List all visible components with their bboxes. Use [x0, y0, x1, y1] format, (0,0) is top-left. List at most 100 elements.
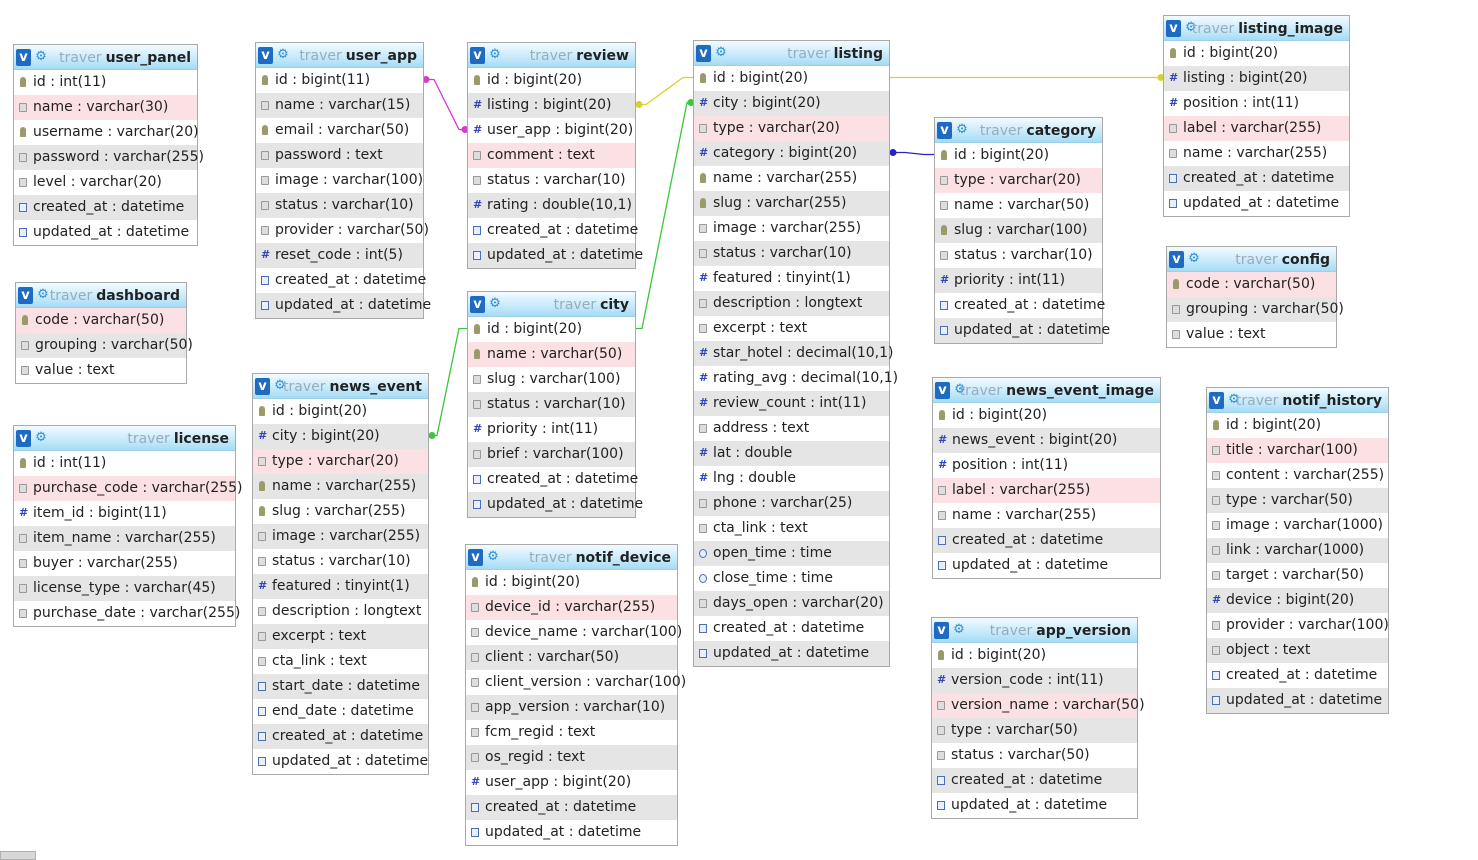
column-row[interactable]: updated_at : datetime — [253, 749, 428, 774]
column-row[interactable]: created_at : datetime — [256, 268, 426, 293]
table-dashboard[interactable]: v ⚙ traver dashboard code : varchar(50) group… — [15, 282, 193, 384]
column-row[interactable]: # user_app : bigint(20) — [468, 118, 635, 143]
column-row[interactable]: updated_at : datetime — [935, 318, 1110, 343]
column-row[interactable]: created_at : datetime — [14, 195, 197, 220]
column-row[interactable]: link : varchar(1000) — [1207, 538, 1388, 563]
column-row[interactable]: id : bigint(20) — [468, 317, 635, 342]
column-row[interactable]: end_date : datetime — [253, 699, 428, 724]
table-header[interactable]: v ⚙ traver review — [468, 43, 635, 68]
table-news-event[interactable]: v ⚙ traver news_event id : bigint(20) # city :… — [252, 373, 429, 775]
column-row[interactable]: updated_at : datetime — [1164, 191, 1349, 216]
table-listing-image[interactable]: v ⚙ traver listing_image id : bigint(20) # lis… — [1163, 15, 1350, 217]
column-row[interactable]: # city : bigint(20) — [694, 91, 889, 116]
column-row[interactable]: # lng : double — [694, 466, 889, 491]
column-row[interactable]: # listing : bigint(20) — [468, 93, 635, 118]
column-row[interactable]: label : varchar(255) — [1164, 116, 1349, 141]
column-row[interactable]: password : text — [256, 143, 423, 168]
column-row[interactable]: excerpt : text — [253, 624, 428, 649]
column-row[interactable]: name : varchar(50) — [935, 193, 1102, 218]
column-row[interactable]: grouping : varchar(50) — [16, 333, 193, 358]
column-row[interactable]: # star_hotel : decimal(10,1) — [694, 341, 893, 366]
column-row[interactable]: id : bigint(20) — [1164, 41, 1349, 66]
column-row[interactable]: updated_at : datetime — [694, 641, 889, 666]
column-row[interactable]: # featured : tinyint(1) — [253, 574, 428, 599]
column-row[interactable]: client : varchar(50) — [466, 645, 677, 670]
column-row[interactable]: code : varchar(50) — [1167, 272, 1336, 297]
table-header[interactable]: v ⚙ traver user_app — [256, 43, 423, 68]
column-row[interactable]: id : bigint(20) — [933, 403, 1160, 428]
column-row[interactable]: # news_event : bigint(20) — [933, 428, 1160, 453]
column-row[interactable]: id : bigint(20) — [694, 66, 889, 91]
column-row[interactable]: name : varchar(255) — [933, 503, 1160, 528]
column-row[interactable]: # position : int(11) — [1164, 91, 1349, 116]
table-header[interactable]: v ⚙ traver notif_history — [1207, 388, 1388, 413]
column-row[interactable]: provider : varchar(50) — [256, 218, 429, 243]
column-row[interactable]: # rating_avg : decimal(10,1) — [694, 366, 898, 391]
column-row[interactable]: excerpt : text — [694, 316, 889, 341]
column-row[interactable]: phone : varchar(25) — [694, 491, 889, 516]
column-row[interactable]: updated_at : datetime — [466, 820, 677, 845]
column-row[interactable]: created_at : datetime — [933, 528, 1160, 553]
column-row[interactable]: slug : varchar(100) — [935, 218, 1102, 243]
column-row[interactable]: value : text — [1167, 322, 1336, 347]
scrollbar-corner[interactable] — [0, 851, 36, 860]
column-row[interactable]: type : varchar(50) — [1207, 488, 1388, 513]
column-row[interactable]: id : bigint(20) — [253, 399, 428, 424]
column-row[interactable]: target : varchar(50) — [1207, 563, 1388, 588]
column-row[interactable]: id : int(11) — [14, 70, 197, 95]
table-notif-history[interactable]: v ⚙ traver notif_history id : bigint(20) titl… — [1206, 387, 1389, 714]
column-row[interactable]: slug : varchar(100) — [468, 367, 635, 392]
column-row[interactable]: password : varchar(255) — [14, 145, 204, 170]
column-row[interactable]: purchase_code : varchar(255) — [14, 476, 243, 501]
column-row[interactable]: username : varchar(20) — [14, 120, 199, 145]
column-row[interactable]: name : varchar(255) — [253, 474, 428, 499]
column-row[interactable]: # device : bigint(20) — [1207, 588, 1388, 613]
column-row[interactable]: status : varchar(10) — [256, 193, 423, 218]
column-row[interactable]: created_at : datetime — [932, 768, 1137, 793]
column-row[interactable]: name : varchar(30) — [14, 95, 197, 120]
column-row[interactable]: purchase_date : varchar(255) — [14, 601, 240, 626]
column-row[interactable]: content : varchar(255) — [1207, 463, 1388, 488]
column-row[interactable]: status : varchar(10) — [253, 549, 428, 574]
column-row[interactable]: id : bigint(20) — [466, 570, 677, 595]
table-header[interactable]: v ⚙ traver news_event_image — [933, 378, 1160, 403]
column-row[interactable]: title : varchar(100) — [1207, 438, 1388, 463]
column-row[interactable]: os_regid : text — [466, 745, 677, 770]
table-license[interactable]: v ⚙ traver license id : int(11) purchase_code… — [13, 425, 243, 627]
column-row[interactable]: level : varchar(20) — [14, 170, 197, 195]
column-row[interactable]: fcm_regid : text — [466, 720, 677, 745]
column-row[interactable]: type : varchar(20) — [694, 116, 889, 141]
column-row[interactable]: version_name : varchar(50) — [932, 693, 1145, 718]
table-header[interactable]: v ⚙ traver config — [1167, 247, 1336, 272]
column-row[interactable]: # listing : bigint(20) — [1164, 66, 1349, 91]
column-row[interactable]: buyer : varchar(255) — [14, 551, 235, 576]
column-row[interactable]: id : bigint(20) — [1207, 413, 1388, 438]
table-news-event-image[interactable]: v ⚙ traver news_event_image id : bigint(20) #… — [932, 377, 1161, 579]
column-row[interactable]: # priority : int(11) — [935, 268, 1102, 293]
column-row[interactable]: type : varchar(20) — [935, 168, 1102, 193]
column-row[interactable]: open_time : time — [694, 541, 889, 566]
table-header[interactable]: v ⚙ traver listing — [694, 41, 889, 66]
table-listing[interactable]: v ⚙ traver listing id : bigint(20) # city : bi… — [693, 40, 898, 667]
column-row[interactable]: image : varchar(255) — [694, 216, 889, 241]
column-row[interactable]: created_at : datetime — [253, 724, 428, 749]
table-header[interactable]: v ⚙ traver user_panel — [14, 45, 197, 70]
column-row[interactable]: status : varchar(50) — [932, 743, 1137, 768]
column-row[interactable]: app_version : varchar(10) — [466, 695, 677, 720]
column-row[interactable]: id : bigint(20) — [935, 143, 1102, 168]
column-row[interactable]: image : varchar(100) — [256, 168, 423, 193]
column-row[interactable]: device_name : varchar(100) — [466, 620, 682, 645]
column-row[interactable]: id : bigint(20) — [468, 68, 635, 93]
column-row[interactable]: description : longtext — [694, 291, 889, 316]
column-row[interactable]: # version_code : int(11) — [932, 668, 1137, 693]
column-row[interactable]: id : int(11) — [14, 451, 235, 476]
column-row[interactable]: image : varchar(1000) — [1207, 513, 1388, 538]
column-row[interactable]: code : varchar(50) — [16, 308, 186, 333]
column-row[interactable]: # rating : double(10,1) — [468, 193, 635, 218]
column-row[interactable]: # city : bigint(20) — [253, 424, 428, 449]
column-row[interactable]: updated_at : datetime — [1207, 688, 1388, 713]
designer-canvas[interactable]: v ⚙ traver user_panel id : int(11) name : var… — [0, 0, 1478, 860]
column-row[interactable]: type : varchar(20) — [253, 449, 428, 474]
column-row[interactable]: # lat : double — [694, 441, 889, 466]
column-row[interactable]: id : bigint(20) — [932, 643, 1137, 668]
